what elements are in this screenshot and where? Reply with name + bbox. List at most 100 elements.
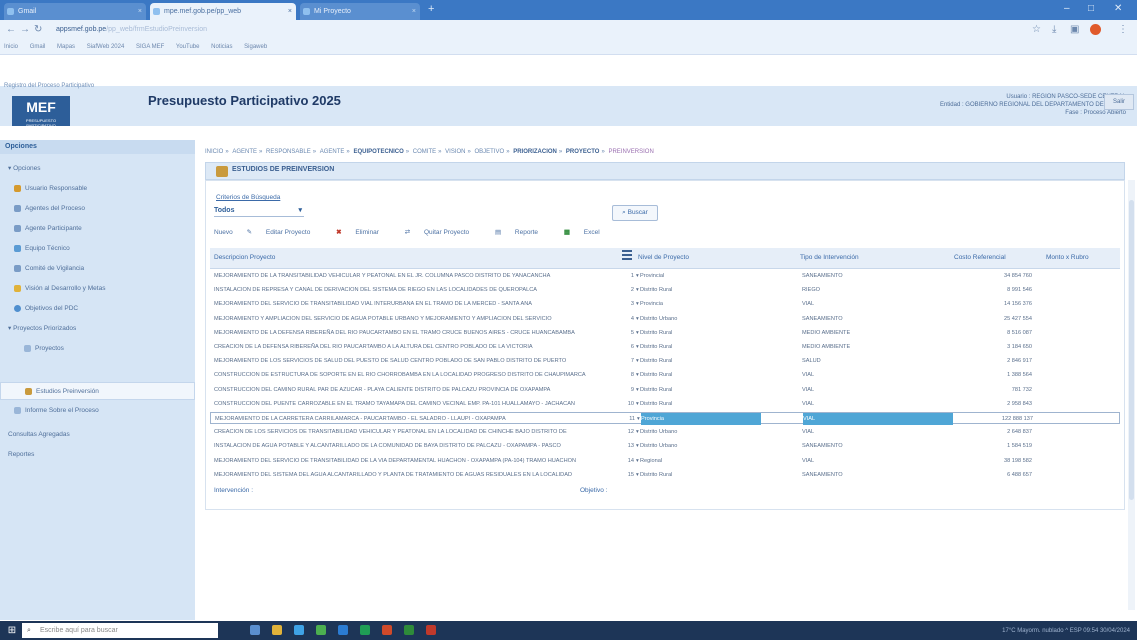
delete-button[interactable]: ✖ Eliminar	[336, 229, 391, 236]
chevron-down-icon[interactable]: ▾	[636, 313, 639, 325]
sidebar-item-objetivos[interactable]: Objetivos del PDC	[0, 300, 195, 318]
powerpoint-icon[interactable]	[382, 625, 392, 635]
close-icon[interactable]: ×	[288, 3, 292, 20]
new-button[interactable]: Nuevo	[214, 229, 233, 236]
windows-start-icon[interactable]: ⊞	[4, 623, 20, 638]
list-icon[interactable]	[622, 250, 632, 264]
taskbar-search-input[interactable]: ⌕ Escribe aquí para buscar	[22, 623, 218, 638]
extensions-icon[interactable]: ▣	[1070, 24, 1079, 35]
column-header-monto[interactable]: Monto x Rubro	[1046, 254, 1089, 261]
sidebar-item-estudios-preinversion[interactable]: Estudios Preinversión	[0, 382, 195, 400]
breadcrumb-item[interactable]: PREINVERSION	[608, 149, 653, 155]
sidebar-item-opciones[interactable]: ▾ Opciones	[0, 160, 195, 178]
back-arrow-icon[interactable]: ←	[6, 24, 16, 35]
column-header-costo[interactable]: Costo Referencial	[954, 254, 1006, 261]
download-icon[interactable]: ⤓	[1052, 24, 1056, 35]
browser-tab-proyecto[interactable]: Mi Proyecto ×	[300, 3, 420, 20]
browser-tab-gmail[interactable]: Gmail ×	[4, 3, 146, 20]
chevron-down-icon[interactable]: ▾	[636, 369, 639, 381]
table-row[interactable]: MEJORAMIENTO DE LA CARRETERA CARRILAMARC…	[210, 412, 1120, 425]
breadcrumb-item[interactable]: PROYECTO	[566, 149, 600, 155]
search-button[interactable]: ⌕ Buscar	[612, 205, 658, 221]
table-row[interactable]: CONSTRUCCION DE ESTRUCTURA DE SOPORTE EN…	[210, 369, 1120, 381]
sidebar-item-proyectos-priorizados[interactable]: ▾ Proyectos Priorizados	[0, 320, 195, 338]
remove-project-button[interactable]: ⇄ Quitar Proyecto	[405, 229, 481, 236]
excel-app-icon[interactable]	[360, 625, 370, 635]
sidebar-item-reportes[interactable]: Reportes	[0, 446, 195, 464]
bookmark-star-icon[interactable]: ☆	[1032, 24, 1041, 35]
browser-tab-active[interactable]: mpe.mef.gob.pe/pp_web ×	[150, 3, 296, 20]
close-icon[interactable]: ×	[138, 3, 142, 20]
new-tab-button[interactable]: +	[428, 3, 434, 15]
table-row[interactable]: MEJORAMIENTO DE LOS SERVICIOS DE SALUD D…	[210, 355, 1120, 367]
breadcrumb-item[interactable]: RESPONSABLE	[266, 149, 311, 155]
vertical-scrollbar[interactable]	[1128, 180, 1135, 610]
table-row[interactable]: CONSTRUCCION DEL PUENTE CARROZABLE EN EL…	[210, 398, 1120, 410]
chevron-down-icon[interactable]: ▾	[636, 469, 639, 481]
menu-icon[interactable]: ⋮	[1118, 24, 1128, 35]
sidebar-item-informe[interactable]: Informe Sobre el Proceso	[0, 402, 195, 420]
chevron-down-icon[interactable]: ▾	[636, 327, 639, 339]
close-window-button[interactable]: ✕	[1114, 3, 1122, 14]
breadcrumb-item[interactable]: VISION	[445, 149, 465, 155]
breadcrumb-item[interactable]: PRIORIZACION	[513, 149, 557, 155]
pdf-icon[interactable]	[426, 625, 436, 635]
filter-select[interactable]: Todos ▾	[214, 205, 304, 217]
table-row[interactable]: MEJORAMIENTO Y AMPLIACION DEL SERVICIO D…	[210, 313, 1120, 325]
breadcrumb-item[interactable]: AGENTE	[320, 149, 345, 155]
close-icon[interactable]: ×	[412, 3, 416, 20]
sidebar-item-vision[interactable]: Visión al Desarrollo y Metas	[0, 280, 195, 298]
chevron-down-icon[interactable]: ▾	[636, 284, 639, 296]
chevron-down-icon[interactable]: ▾	[636, 270, 639, 282]
sidebar-item-agentes[interactable]: Agentes del Proceso	[0, 200, 195, 218]
forward-arrow-icon[interactable]: →	[20, 24, 30, 35]
sidebar-item-consultas[interactable]: Consultas Agregadas	[0, 426, 195, 444]
bookmark-item[interactable]: SiafWeb 2024	[87, 44, 125, 50]
edge-icon[interactable]	[294, 625, 304, 635]
breadcrumb-item[interactable]: COMITE	[413, 149, 436, 155]
scrollbar-thumb[interactable]	[1129, 200, 1134, 500]
column-header-tipo[interactable]: Tipo de Intervención	[800, 254, 859, 261]
table-row[interactable]: CONSTRUCCION DEL CAMINO RURAL PAR DE AZU…	[210, 384, 1120, 396]
breadcrumb-item[interactable]: EQUIPOTECNICO	[353, 149, 403, 155]
chevron-down-icon[interactable]: ▾	[636, 398, 639, 410]
maximize-button[interactable]: □	[1088, 3, 1094, 14]
task-view-icon[interactable]	[250, 625, 260, 635]
table-row[interactable]: CREACION DE LA DEFENSA RIBEREÑA DEL RIO …	[210, 341, 1120, 353]
table-row[interactable]: MEJORAMIENTO DEL SISTEMA DEL AGUA ALCANT…	[210, 469, 1120, 481]
bookmark-item[interactable]: Inicio	[4, 44, 18, 50]
table-row[interactable]: CREACION DE LOS SERVICIOS DE TRANSITABIL…	[210, 426, 1120, 438]
chevron-down-icon[interactable]: ▾	[636, 455, 639, 467]
sidebar-item-usuario[interactable]: Usuario Responsable	[0, 180, 195, 198]
bookmark-item[interactable]: Gmail	[30, 44, 46, 50]
table-row[interactable]: INSTALACION DE AGUA POTABLE Y ALCANTARIL…	[210, 440, 1120, 452]
breadcrumb-item[interactable]: AGENTE	[232, 149, 257, 155]
app-icon[interactable]	[404, 625, 414, 635]
table-row[interactable]: MEJORAMIENTO DEL SERVICIO DE TRANSITABIL…	[210, 455, 1120, 467]
minimize-button[interactable]: –	[1064, 3, 1070, 14]
bookmark-item[interactable]: YouTube	[176, 44, 200, 50]
table-row[interactable]: MEJORAMIENTO DE LA TRANSITABILIDAD VEHIC…	[210, 270, 1120, 282]
chevron-down-icon[interactable]: ▾	[637, 413, 640, 425]
chevron-down-icon[interactable]: ▾	[636, 341, 639, 353]
chrome-icon[interactable]	[316, 625, 326, 635]
edit-project-button[interactable]: ✎ Editar Proyecto	[247, 229, 323, 236]
column-header-nivel[interactable]: Nivel de Proyecto	[638, 254, 689, 261]
bookmark-item[interactable]: Noticias	[211, 44, 232, 50]
url-field[interactable]: appsmef.gob.pe/pp_web/frmEstudioPreinver…	[56, 23, 886, 37]
bookmark-item[interactable]: SIGA MEF	[136, 44, 164, 50]
logout-button[interactable]: Salir	[1104, 94, 1134, 110]
table-row[interactable]: INSTALACION DE REPRESA Y CANAL DE DERIVA…	[210, 284, 1120, 296]
table-row[interactable]: MEJORAMIENTO DEL SERVICIO DE TRANSITABIL…	[210, 298, 1120, 310]
sidebar-item-comite[interactable]: Comité de Vigilancia	[0, 260, 195, 278]
chevron-down-icon[interactable]: ▾	[636, 384, 639, 396]
column-header-descripcion[interactable]: Descripcion Proyecto	[214, 254, 275, 261]
reload-icon[interactable]: ↻	[34, 24, 42, 35]
word-icon[interactable]	[338, 625, 348, 635]
chevron-down-icon[interactable]: ▾	[636, 440, 639, 452]
table-row[interactable]: MEJORAMIENTO DE LA DEFENSA RIBEREÑA DEL …	[210, 327, 1120, 339]
sidebar-item-agente-participante[interactable]: Agente Participante	[0, 220, 195, 238]
excel-button[interactable]: ▦ Excel	[564, 229, 612, 236]
chevron-down-icon[interactable]: ▾	[636, 355, 639, 367]
file-explorer-icon[interactable]	[272, 625, 282, 635]
